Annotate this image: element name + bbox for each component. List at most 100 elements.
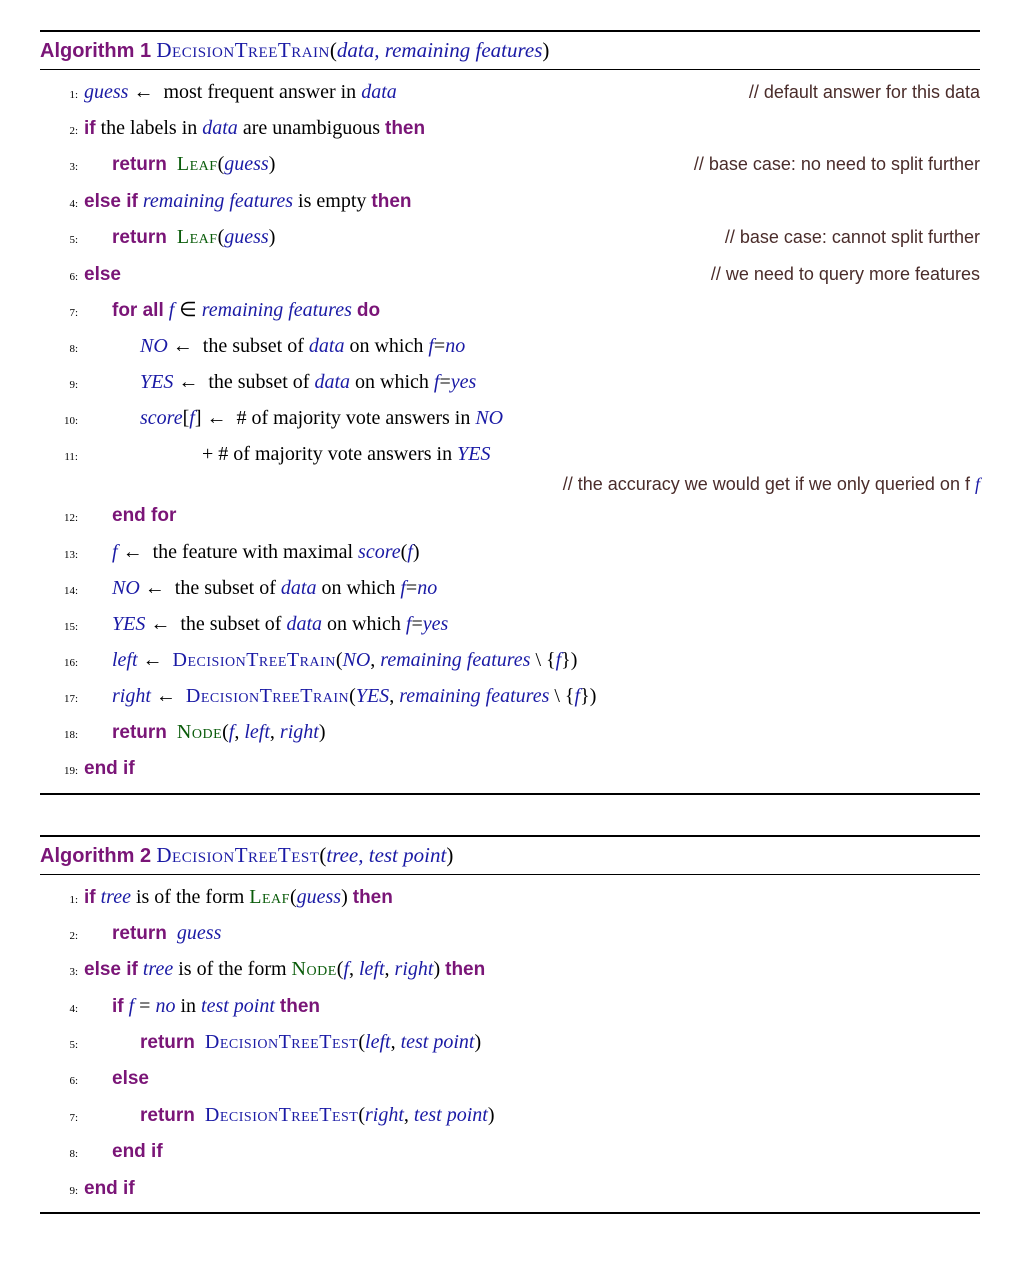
code-line: 6: else // we need to query more feature… [40,256,980,292]
code-content: return Leaf(guess) [84,221,705,253]
line-comment: // we need to query more features [691,260,980,289]
line-number: 2: [40,928,84,946]
code-line: 4: else if remaining features is empty t… [40,183,980,219]
code-content: + # of majority vote answers in YES [84,438,980,470]
line-number: 11: [40,449,84,467]
line-number: 14: [40,583,84,601]
code-line: 2: if the labels in data are unambiguous… [40,110,980,146]
code-content: else [84,258,691,290]
code-line: 12: end for [40,497,980,533]
code-line: 3: return Leaf(guess) // base case: no n… [40,146,980,182]
algorithm-2-block: Algorithm 2 DecisionTreeTest(tree, test … [40,835,980,1215]
code-line: 9: end if [40,1170,980,1206]
code-line: 10: score[f] ← # of majority vote answer… [40,400,980,436]
code-content: end for [84,499,980,531]
code-line: 1: guess ← most frequent answer in data … [40,74,980,110]
code-content: guess ← most frequent answer in data [84,76,729,108]
line-number: 3: [40,964,84,982]
line-comment: // base case: no need to split further [674,150,980,179]
line-number: 6: [40,1073,84,1091]
line-number: 13: [40,547,84,565]
code-line: 4: if f = no in test point then [40,988,980,1024]
code-content: end if [84,1135,980,1167]
code-content: return DecisionTreeTest(right, test poin… [84,1099,980,1131]
code-content: score[f] ← # of majority vote answers in… [84,402,980,434]
code-line: 7: return DecisionTreeTest(right, test p… [40,1097,980,1133]
code-line: 8: end if [40,1133,980,1169]
line-number: 4: [40,1001,84,1019]
code-content: return DecisionTreeTest(left, test point… [84,1026,980,1058]
code-line: 6: else [40,1060,980,1096]
code-content: if tree is of the form Leaf(guess) then [84,881,980,913]
line-number: 16: [40,655,84,673]
algorithm-1-body: 1: guess ← most frequent answer in data … [40,70,980,795]
code-line: 18: return Node(f, left, right) [40,714,980,750]
code-content: NO ← the subset of data on which f=no [84,572,980,604]
line-number: 3: [40,159,84,177]
code-line: 11: + # of majority vote answers in YES [40,436,980,472]
code-content: return guess [84,917,980,949]
code-content: if f = no in test point then [84,990,980,1022]
code-content: end if [84,752,980,784]
line-number: 19: [40,763,84,781]
code-content: else [84,1062,980,1094]
line-number: 2: [40,123,84,141]
line-number: 5: [40,1037,84,1055]
code-line: 9: YES ← the subset of data on which f=y… [40,364,980,400]
line-number: 7: [40,1110,84,1128]
code-line: 1: if tree is of the form Leaf(guess) th… [40,879,980,915]
line-number: 10: [40,413,84,431]
code-content: NO ← the subset of data on which f=no [84,330,980,362]
code-content: if the labels in data are unambiguous th… [84,112,980,144]
line-number: 8: [40,341,84,359]
algorithm-1-block: Algorithm 1 DecisionTreeTrain(data, rema… [40,30,980,795]
function-args: data, remaining features [337,38,543,62]
line-number: 4: [40,196,84,214]
algorithm-1-title: Algorithm 1 DecisionTreeTrain(data, rema… [40,30,980,70]
code-content: YES ← the subset of data on which f=yes [84,366,980,398]
function-args: tree, test point [326,843,446,867]
code-line: 17: right ← DecisionTreeTrain(YES, remai… [40,678,980,714]
line-comment: // default answer for this data [729,78,980,107]
line-number: 17: [40,691,84,709]
line-number: 1: [40,87,84,105]
code-content: else if remaining features is empty then [84,185,980,217]
line-number: 8: [40,1146,84,1164]
line-comment: // the accuracy we would get if we only … [40,472,980,497]
code-line: 19: end if [40,750,980,786]
code-line: 8: NO ← the subset of data on which f=no [40,328,980,364]
code-content: right ← DecisionTreeTrain(YES, remaining… [84,680,980,712]
line-number: 12: [40,510,84,528]
line-number: 6: [40,269,84,287]
code-content: left ← DecisionTreeTrain(NO, remaining f… [84,644,980,676]
code-content: return Node(f, left, right) [84,716,980,748]
code-line: 13: f ← the feature with maximal score(f… [40,534,980,570]
line-number: 9: [40,377,84,395]
line-number: 7: [40,305,84,323]
code-content: else if tree is of the form Node(f, left… [84,953,980,985]
algorithm-2-body: 1: if tree is of the form Leaf(guess) th… [40,875,980,1215]
code-line: 5: return DecisionTreeTest(left, test po… [40,1024,980,1060]
line-number: 9: [40,1183,84,1201]
code-line: 16: left ← DecisionTreeTrain(NO, remaini… [40,642,980,678]
code-line: 3: else if tree is of the form Node(f, l… [40,951,980,987]
code-content: end if [84,1172,980,1204]
function-name: DecisionTreeTest [156,843,319,867]
code-line: 7: for all f ∈ remaining features do [40,292,980,328]
algorithm-label: Algorithm 1 [40,40,151,62]
line-comment: // base case: cannot split further [705,223,980,252]
algorithm-2-title: Algorithm 2 DecisionTreeTest(tree, test … [40,835,980,875]
code-content: return Leaf(guess) [84,148,674,180]
code-content: YES ← the subset of data on which f=yes [84,608,980,640]
function-name: DecisionTreeTrain [156,38,329,62]
code-content: f ← the feature with maximal score(f) [84,536,980,568]
code-line: 2: return guess [40,915,980,951]
line-number: 1: [40,892,84,910]
line-number: 15: [40,619,84,637]
line-number: 18: [40,727,84,745]
code-content: for all f ∈ remaining features do [84,294,980,326]
line-number: 5: [40,232,84,250]
code-line: 14: NO ← the subset of data on which f=n… [40,570,980,606]
algorithm-label: Algorithm 2 [40,845,151,867]
code-line: 5: return Leaf(guess) // base case: cann… [40,219,980,255]
